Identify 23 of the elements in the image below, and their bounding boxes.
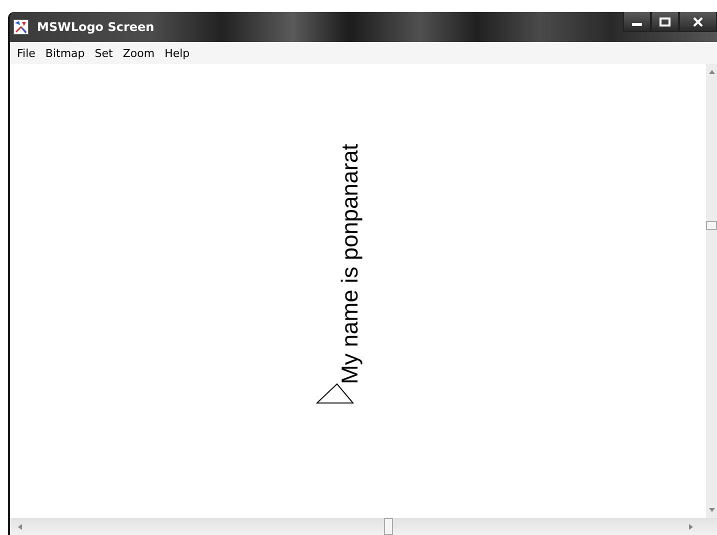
scroll-left-icon[interactable] bbox=[16, 522, 24, 532]
scroll-up-icon[interactable] bbox=[706, 68, 716, 76]
menu-item[interactable]: File bbox=[12, 46, 40, 60]
close-icon bbox=[692, 16, 704, 26]
vertical-scrollbar[interactable] bbox=[706, 64, 717, 518]
menu-item[interactable]: Help bbox=[160, 46, 195, 60]
scroll-thumb[interactable] bbox=[706, 221, 717, 230]
minimize-button[interactable] bbox=[623, 12, 651, 32]
scroll-down-icon[interactable] bbox=[706, 506, 716, 514]
app-icon bbox=[13, 19, 29, 35]
maximize-button[interactable] bbox=[651, 12, 679, 32]
turtle-icon bbox=[316, 382, 354, 404]
maximize-icon bbox=[659, 16, 671, 26]
scroll-thumb[interactable] bbox=[384, 518, 393, 535]
menu-item[interactable]: Zoom bbox=[118, 46, 160, 60]
horizontal-scrollbar[interactable] bbox=[10, 518, 717, 535]
minimize-icon bbox=[632, 22, 642, 26]
canvas-label: My name is ponpanarat bbox=[336, 144, 364, 384]
menu-item[interactable]: Bitmap bbox=[40, 46, 90, 60]
menu-item[interactable]: Set bbox=[90, 46, 118, 60]
window-title: MSWLogo Screen bbox=[37, 20, 156, 34]
close-button[interactable] bbox=[679, 12, 717, 32]
scroll-right-icon[interactable] bbox=[687, 522, 695, 532]
